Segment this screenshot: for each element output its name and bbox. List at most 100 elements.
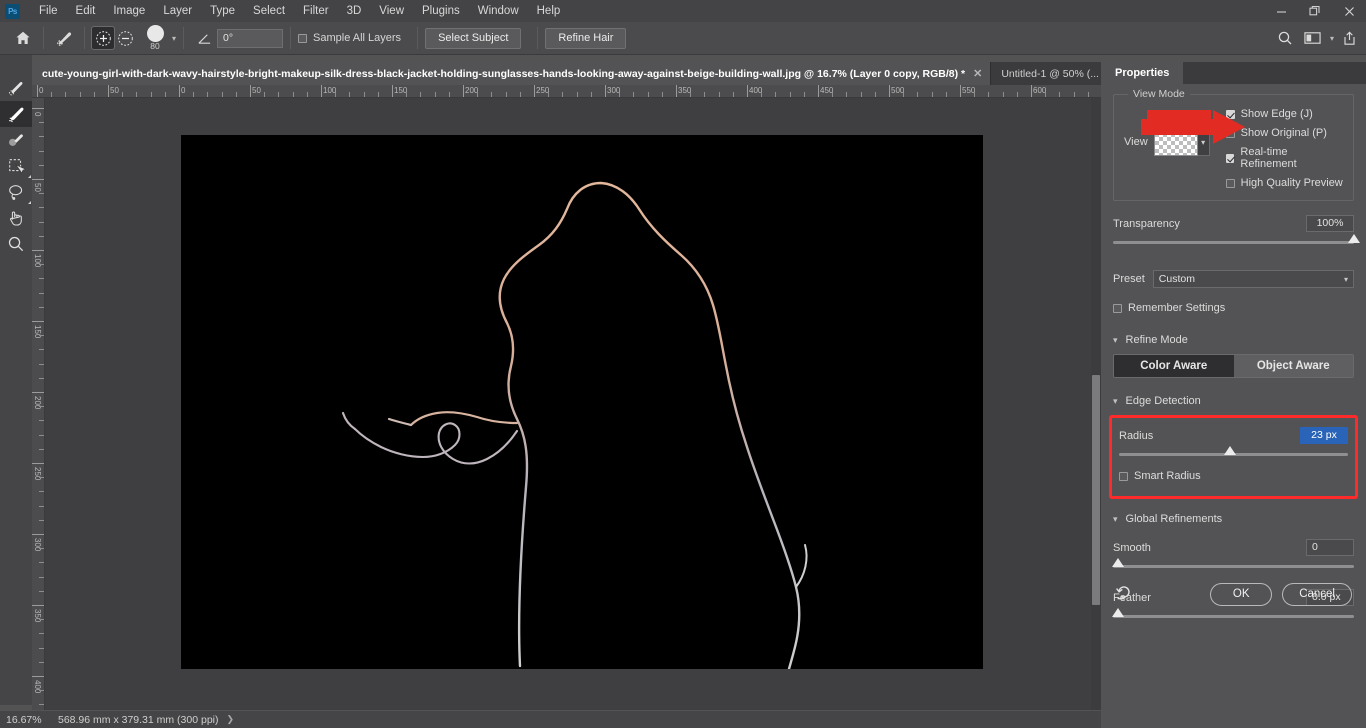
tool-zoom[interactable]: [0, 231, 32, 257]
edge-detection-title: Edge Detection: [1125, 395, 1201, 407]
transparency-slider-knob[interactable]: [1348, 234, 1360, 243]
chevron-down-icon: ▾: [1343, 274, 1348, 284]
chevron-down-icon[interactable]: ▾: [1113, 335, 1118, 346]
global-refinements-title: Global Refinements: [1125, 513, 1223, 525]
realtime-refinement-checkbox[interactable]: [1225, 153, 1235, 163]
window-controls: [1264, 0, 1366, 22]
scrollbar-thumb[interactable]: [1092, 375, 1100, 605]
menu-select[interactable]: Select: [244, 0, 294, 22]
tool-hand[interactable]: [0, 205, 32, 231]
ruler-label: 0: [33, 112, 42, 117]
tab-properties[interactable]: Properties: [1101, 62, 1184, 84]
edge-detection-header[interactable]: ▾ Edge Detection: [1113, 395, 1354, 407]
sample-all-layers-checkbox[interactable]: [298, 33, 308, 43]
menu-3d[interactable]: 3D: [338, 0, 371, 22]
feather-slider-knob[interactable]: [1112, 608, 1124, 617]
smart-radius-checkbox[interactable]: [1119, 471, 1128, 481]
share-icon[interactable]: [1336, 26, 1362, 50]
transparency-input[interactable]: 100%: [1306, 215, 1354, 232]
smooth-slider[interactable]: [1112, 558, 1354, 568]
ruler-label: 550: [962, 86, 976, 95]
feather-slider[interactable]: [1112, 608, 1354, 618]
refine-edge-brush-icon[interactable]: [51, 26, 77, 50]
remember-settings-row[interactable]: Remember Settings: [1113, 302, 1354, 314]
brush-preset-chevron-down-icon[interactable]: ▾: [172, 34, 176, 43]
artboard[interactable]: [181, 135, 983, 669]
chevron-down-icon[interactable]: ▾: [1113, 514, 1118, 525]
ruler-label: 50: [110, 86, 119, 95]
view-chevron-down-icon[interactable]: ▾: [1197, 128, 1210, 156]
brush-size-preview[interactable]: 80: [140, 25, 170, 51]
workspace-icon[interactable]: [1300, 26, 1326, 50]
reset-icon[interactable]: [1115, 583, 1133, 606]
refine-mode-object-aware[interactable]: Object Aware: [1233, 355, 1353, 377]
menu-image[interactable]: Image: [104, 0, 154, 22]
high-quality-preview-checkbox[interactable]: [1225, 178, 1235, 188]
zoom-level[interactable]: 16.67%: [0, 714, 52, 726]
restore-button[interactable]: [1298, 0, 1332, 22]
home-icon[interactable]: [10, 26, 36, 50]
document-tab-active[interactable]: cute-young-girl-with-dark-wavy-hairstyle…: [32, 62, 992, 85]
select-subject-button[interactable]: Select Subject: [425, 27, 522, 49]
menu-help[interactable]: Help: [528, 0, 570, 22]
smooth-input[interactable]: 0: [1306, 539, 1354, 556]
close-button[interactable]: [1332, 0, 1366, 22]
cancel-button[interactable]: Cancel: [1282, 583, 1352, 606]
chevron-down-icon[interactable]: ▾: [1113, 396, 1118, 407]
smooth-slider-knob[interactable]: [1112, 558, 1124, 567]
subtract-from-selection-button[interactable]: [114, 27, 136, 49]
menu-view[interactable]: View: [370, 0, 413, 22]
refine-mode-color-aware[interactable]: Color Aware: [1114, 355, 1234, 377]
show-edge-label: Show Edge (J): [1240, 108, 1313, 120]
global-refinements-header[interactable]: ▾ Global Refinements: [1113, 513, 1354, 525]
close-icon[interactable]: ✕: [973, 67, 982, 80]
menu-type[interactable]: Type: [201, 0, 244, 22]
radius-slider-knob[interactable]: [1224, 446, 1237, 455]
remember-settings-checkbox[interactable]: [1113, 303, 1122, 313]
transparency-checker-icon[interactable]: [1153, 128, 1198, 156]
view-mode-legend: View Mode: [1128, 88, 1190, 100]
show-original-row[interactable]: Show Original (P): [1225, 127, 1343, 139]
smart-radius-row[interactable]: Smart Radius: [1119, 470, 1348, 482]
radius-slider[interactable]: [1119, 446, 1348, 456]
realtime-refinement-row[interactable]: Real-time Refinement: [1225, 146, 1343, 170]
show-original-checkbox[interactable]: [1225, 128, 1235, 138]
ruler-tick: [32, 179, 44, 180]
menu-filter[interactable]: Filter: [294, 0, 338, 22]
canvas-area[interactable]: [45, 98, 1091, 710]
photoshop-window: Ps File Edit Image Layer Type Select Fil…: [0, 0, 1366, 728]
tool-lasso[interactable]: [0, 179, 32, 205]
menu-plugins[interactable]: Plugins: [413, 0, 469, 22]
menu-edit[interactable]: Edit: [67, 0, 105, 22]
preset-dropdown[interactable]: Custom ▾: [1152, 270, 1354, 288]
workspace-chevron-down-icon[interactable]: ▾: [1330, 34, 1334, 43]
refine-mode-header[interactable]: ▾ Refine Mode: [1113, 334, 1354, 346]
horizontal-ruler[interactable]: 0 50 0 50 100 150 200 250 300 350 400 450 500 550 600: [32, 85, 1101, 98]
ruler-label: 450: [820, 86, 834, 95]
chevron-right-icon[interactable]: ❯: [227, 714, 235, 725]
vertical-ruler[interactable]: 0 50 100 150 200 250 300 350 400: [32, 98, 45, 710]
high-quality-preview-row[interactable]: High Quality Preview: [1225, 177, 1343, 189]
transparency-slider[interactable]: [1113, 234, 1360, 244]
status-bar: 16.67% 568.96 mm x 379.31 mm (300 ppi) ❯: [0, 711, 245, 728]
canvas-vertical-scrollbar[interactable]: [1091, 98, 1101, 710]
search-icon[interactable]: [1272, 26, 1298, 50]
add-to-selection-button[interactable]: [91, 26, 115, 50]
show-edge-row[interactable]: Show Edge (J): [1225, 108, 1343, 120]
menu-layer[interactable]: Layer: [154, 0, 201, 22]
radius-input[interactable]: 23 px: [1300, 427, 1348, 444]
tool-quick-selection[interactable]: [0, 75, 32, 101]
ok-button[interactable]: OK: [1210, 583, 1273, 606]
angle-input[interactable]: 0°: [217, 28, 284, 48]
menu-file[interactable]: File: [30, 0, 67, 22]
menu-window[interactable]: Window: [469, 0, 528, 22]
tool-group-corner-icon: [27, 200, 31, 204]
ruler-label: 0: [39, 86, 44, 95]
tool-object-selection[interactable]: [0, 153, 32, 179]
minimize-button[interactable]: [1264, 0, 1298, 22]
tool-refine-edge-brush[interactable]: [0, 101, 32, 127]
show-edge-checkbox[interactable]: [1225, 109, 1235, 119]
ruler-label: 600: [1033, 86, 1047, 95]
tool-brush[interactable]: [0, 127, 32, 153]
refine-hair-button[interactable]: Refine Hair: [545, 27, 627, 49]
